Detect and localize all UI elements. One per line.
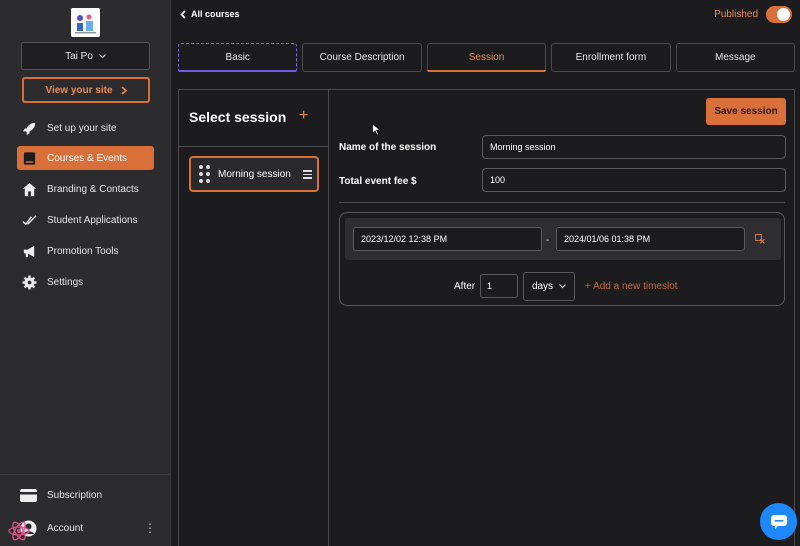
interval-unit-select[interactable]: days [523,272,575,301]
view-site-label: View your site [45,84,113,96]
end-datetime-input[interactable]: 2024/01/06 01:38 PM [556,227,745,251]
tab-course-description[interactable]: Course Description [302,43,422,72]
session-name-label: Name of the session [339,142,437,153]
session-name-input[interactable]: Morning session [482,135,786,159]
megaphone-icon [21,243,37,259]
start-datetime-input[interactable]: 2023/12/02 12:38 PM [353,227,542,251]
sidebar-item-promotion[interactable]: Promotion Tools [17,239,154,263]
range-separator: - [546,235,550,246]
menu-icon[interactable] [303,170,312,181]
check-double-icon [21,212,37,228]
drag-handle-icon[interactable] [199,165,210,183]
sidebar-divider [0,474,171,475]
session-list-title: Select session [189,109,287,125]
divider [339,202,785,203]
subscription-label: Subscription [47,489,103,501]
event-fee-input[interactable]: 100 [482,168,786,192]
tab-enrollment-form[interactable]: Enrollment form [551,43,671,72]
sidebar-item-label: Set up your site [47,122,117,134]
session-list-panel: Select session + Morning session [179,90,329,546]
back-to-courses-link[interactable]: All courses [180,9,240,19]
sidebar-item-label: Branding & Contacts [47,183,139,195]
chat-icon [770,514,787,529]
tab-message[interactable]: Message [675,43,796,72]
sidebar: Tai Po View your site Set up your site C… [0,0,171,546]
event-fee-label: Total event fee $ [339,176,417,187]
tab-basic[interactable]: Basic [178,43,298,72]
published-toggle[interactable] [766,6,792,23]
sidebar-item-applications[interactable]: Student Applications [17,208,154,232]
sidebar-item-label: Settings [47,276,84,288]
session-list-item[interactable]: Morning session [189,156,319,192]
back-label: All courses [191,9,240,19]
published-control: Published [714,6,792,23]
gear-icon [21,274,37,290]
chevron-right-icon [121,85,127,95]
home-icon [21,181,37,197]
account-link[interactable]: Account ⋮ [20,517,160,539]
session-editor: Select session + Morning session Save se… [178,89,795,546]
rocket-icon [21,120,37,136]
more-options-icon[interactable]: ⋮ [144,521,156,535]
sidebar-item-label: Courses & Events [47,152,128,164]
timeslot-group: 2023/12/02 12:38 PM - 2024/01/06 01:38 P… [339,212,785,306]
interval-unit-value: days [531,281,554,292]
site-logo[interactable] [71,8,100,37]
after-label: After [454,281,476,292]
add-timeslot-link[interactable]: + Add a new timeslot [585,281,678,292]
session-name: Morning session [218,168,291,180]
after-count-input[interactable]: 1 [480,274,518,298]
sidebar-item-courses[interactable]: Courses & Events [17,146,154,170]
account-label: Account [47,522,84,534]
mouse-cursor-icon [372,123,381,136]
credit-card-icon [20,488,37,502]
course-tabs: Basic Course Description Session Enrollm… [178,43,796,72]
sidebar-item-setup[interactable]: Set up your site [17,116,154,140]
location-select[interactable]: Tai Po [21,42,150,70]
published-label: Published [714,9,758,20]
sidebar-item-label: Student Applications [47,214,138,226]
book-icon [21,150,37,166]
save-session-button[interactable]: Save session [706,98,786,125]
chat-support-button[interactable] [760,503,797,540]
subscription-link[interactable]: Subscription [20,484,160,506]
chevron-left-icon [180,9,186,19]
view-site-button[interactable]: View your site [22,77,150,103]
timeslot-row: 2023/12/02 12:38 PM - 2024/01/06 01:38 P… [345,218,781,260]
location-label: Tai Po [65,50,93,62]
divider [179,146,328,147]
sidebar-item-settings[interactable]: Settings [17,270,154,294]
sidebar-item-label: Promotion Tools [47,245,119,257]
tab-session[interactable]: Session [426,43,547,72]
react-debug-icon [8,520,30,545]
chevron-down-icon [559,284,566,289]
sidebar-item-branding[interactable]: Branding & Contacts [17,177,154,201]
delete-timeslot-icon[interactable] [755,234,765,244]
add-session-icon[interactable]: + [299,107,308,125]
chevron-down-icon [98,53,106,58]
